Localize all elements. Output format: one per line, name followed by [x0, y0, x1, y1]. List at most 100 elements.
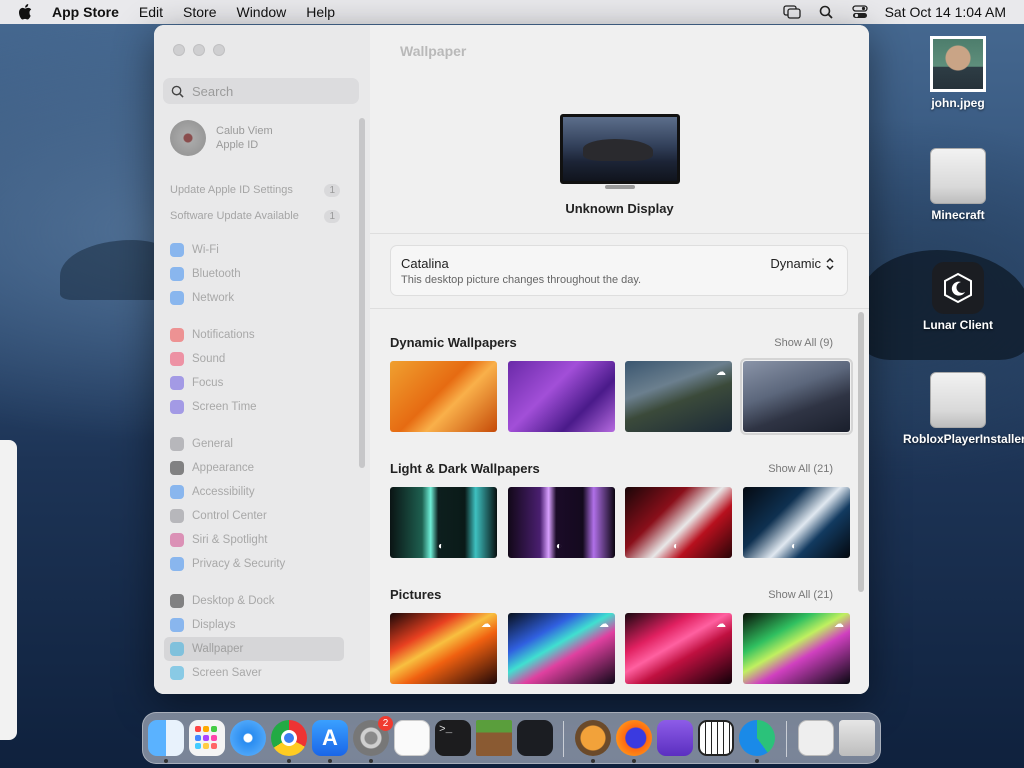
- wallpaper-thumb-catalina[interactable]: [740, 358, 853, 435]
- control-center-icon: [170, 509, 184, 523]
- textedit-icon[interactable]: [394, 720, 430, 756]
- wallpaper-scrollbar[interactable]: [858, 312, 864, 592]
- settings-search[interactable]: [163, 78, 359, 104]
- offscreen-window-edge[interactable]: [0, 440, 17, 740]
- app-name-menu[interactable]: App Store: [52, 4, 119, 20]
- wallpaper-thumb-big-sur[interactable]: ☁: [625, 361, 732, 432]
- sidebar-item-appearance[interactable]: Appearance: [164, 456, 344, 480]
- sidebar-item-sound[interactable]: Sound: [164, 347, 344, 371]
- desktop-icon-label: Minecraft: [931, 208, 985, 222]
- wallpaper-thumb-picture-4[interactable]: ☁: [743, 613, 850, 684]
- chrome-icon[interactable]: [271, 720, 307, 756]
- menu-bar-clock[interactable]: Sat Oct 14 1:04 AM: [885, 4, 1006, 20]
- show-all-pictures[interactable]: Show All (21): [768, 589, 833, 601]
- wallpaper-thumb-macbook-green[interactable]: ◐: [390, 487, 497, 558]
- desktop-icon-john-jpeg[interactable]: john.jpeg: [903, 36, 1013, 110]
- simulator-icon[interactable]: [657, 720, 693, 756]
- sidebar-item-screen-time[interactable]: Screen Time: [164, 395, 344, 419]
- notice-software-update[interactable]: Software Update Available 1: [170, 203, 340, 229]
- desktop-icon-minecraft[interactable]: Minecraft: [903, 148, 1013, 222]
- sidebar-item-network[interactable]: Network: [164, 286, 344, 310]
- firefox-icon[interactable]: [616, 720, 652, 756]
- trash-icon[interactable]: [839, 720, 875, 756]
- downloads-folder-icon[interactable]: [575, 720, 611, 756]
- app-store-icon[interactable]: A: [312, 720, 348, 756]
- notice-apple-id[interactable]: Update Apple ID Settings 1: [170, 177, 340, 203]
- wallpaper-thumb-blue-ribbon[interactable]: ◐: [743, 487, 850, 558]
- edge-icon[interactable]: [739, 720, 775, 756]
- finder-icon[interactable]: [148, 720, 184, 756]
- notice-label: Software Update Available: [170, 210, 299, 222]
- wallpaper-thumb-picture-2[interactable]: ☁: [508, 613, 615, 684]
- sidebar-item-privacy-security[interactable]: Privacy & Security: [164, 552, 344, 576]
- window-menu[interactable]: Window: [236, 4, 286, 20]
- sidebar-item-wifi[interactable]: Wi-Fi: [164, 238, 344, 262]
- sidebar-item-label: Bluetooth: [192, 268, 241, 280]
- sidebar-item-siri-spotlight[interactable]: Siri & Spotlight: [164, 528, 344, 552]
- apple-id-row[interactable]: Calub Viem Apple ID: [170, 120, 273, 156]
- sidebar-item-screen-saver[interactable]: Screen Saver: [164, 661, 344, 685]
- sidebar-item-accessibility[interactable]: Accessibility: [164, 480, 344, 504]
- notification-badge: 2: [378, 716, 393, 731]
- piano-icon[interactable]: [698, 720, 734, 756]
- page-title: Wallpaper: [400, 43, 467, 59]
- system-settings-icon[interactable]: 2: [353, 716, 393, 756]
- desktop-icon-lunar-client[interactable]: Lunar Client: [903, 262, 1013, 332]
- minecraft-icon[interactable]: [476, 720, 512, 756]
- show-all-dynamic[interactable]: Show All (9): [774, 337, 833, 349]
- sidebar-item-label: Siri & Spotlight: [192, 534, 268, 546]
- help-menu[interactable]: Help: [306, 4, 335, 20]
- sidebar-scrollbar[interactable]: [359, 118, 365, 468]
- appearance-icon: [170, 461, 184, 475]
- wallpaper-thumb-picture-1[interactable]: ☁: [390, 613, 497, 684]
- wallpaper-thumb-picture-3[interactable]: ☁: [625, 613, 732, 684]
- minimize-window-button[interactable]: [193, 44, 205, 56]
- sidebar-item-label: Sound: [192, 353, 226, 365]
- sidebar-item-notifications[interactable]: Notifications: [164, 323, 344, 347]
- desktop-icon-label: RobloxPlayerInstaller: [903, 432, 1024, 446]
- zoom-window-button[interactable]: [213, 44, 225, 56]
- count-badge: 1: [324, 183, 340, 197]
- wallpaper-thumb-monterey-purple[interactable]: [508, 361, 615, 432]
- screen-mirroring-icon[interactable]: [782, 4, 801, 20]
- hand-icon: [170, 557, 184, 571]
- sidebar-item-wallpaper[interactable]: Wallpaper: [164, 637, 344, 661]
- sidebar-item-control-center[interactable]: Control Center: [164, 504, 344, 528]
- window-controls: [173, 44, 225, 56]
- sidebar-item-bluetooth[interactable]: Bluetooth: [164, 262, 344, 286]
- desktop-icon-roblox-installer[interactable]: RobloxPlayerInstaller: [903, 372, 1024, 446]
- show-all-light-dark[interactable]: Show All (21): [768, 463, 833, 475]
- close-window-button[interactable]: [173, 44, 185, 56]
- accessibility-icon: [170, 485, 184, 499]
- sidebar-item-displays[interactable]: Displays: [164, 613, 344, 637]
- store-menu[interactable]: Store: [183, 4, 216, 20]
- current-wallpaper-card: Catalina This desktop picture changes th…: [390, 245, 848, 296]
- wallpaper-thumb-macbook-purple[interactable]: ◐: [508, 487, 615, 558]
- nav-group-desktop: Desktop & Dock Displays Wallpaper Screen…: [164, 589, 344, 685]
- wallpaper-thumb-red-ribbon[interactable]: ◐: [625, 487, 732, 558]
- sidebar-item-desktop-dock[interactable]: Desktop & Dock: [164, 589, 344, 613]
- wallpaper-thumb-ventura-orange[interactable]: [390, 361, 497, 432]
- sidebar-item-focus[interactable]: Focus: [164, 371, 344, 395]
- spotlight-search-icon[interactable]: [817, 4, 835, 20]
- display-preview-area: Wallpaper Unknown Display: [370, 25, 869, 234]
- appearance-toggle-icon: ◐: [438, 541, 445, 552]
- download-cloud-icon: ☁: [716, 367, 726, 378]
- search-input[interactable]: [190, 82, 354, 100]
- launchpad-icon[interactable]: [189, 720, 225, 756]
- menu-bar: App Store Edit Store Window Help Sat Oct…: [0, 0, 1024, 24]
- siri-icon: [170, 533, 184, 547]
- download-cloud-icon: ☁: [481, 619, 491, 630]
- screen-saver-icon: [170, 666, 184, 680]
- edit-menu[interactable]: Edit: [139, 4, 163, 20]
- notifications-icon: [170, 328, 184, 342]
- sidebar-item-general[interactable]: General: [164, 432, 344, 456]
- installer-icon[interactable]: [798, 720, 834, 756]
- lunar-client-icon[interactable]: [517, 720, 553, 756]
- apple-menu-icon[interactable]: [18, 4, 36, 20]
- appearance-mode-select[interactable]: Dynamic: [770, 256, 835, 271]
- settings-sidebar: Calub Viem Apple ID Update Apple ID Sett…: [154, 25, 371, 694]
- terminal-icon[interactable]: >_: [435, 720, 471, 756]
- safari-icon[interactable]: [230, 720, 266, 756]
- control-center-icon[interactable]: [851, 4, 869, 20]
